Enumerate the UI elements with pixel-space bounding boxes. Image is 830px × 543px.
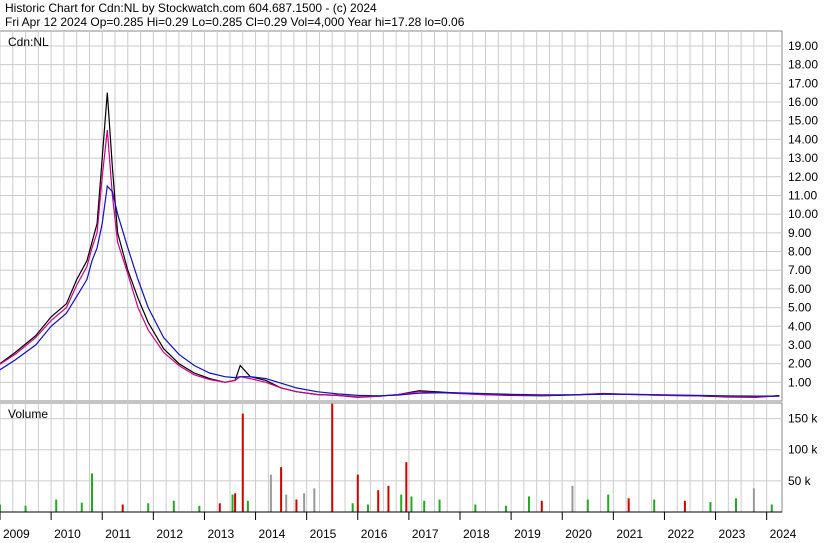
volume-bar [198,505,201,512]
volume-bar [474,504,477,512]
volume-bar [377,490,380,512]
x-tick-label: 2009 [3,527,30,541]
volume-bar [400,494,403,512]
volume-bar [241,413,244,512]
price-tick-label: 11.00 [788,188,817,202]
volume-bar [367,504,369,512]
volume-bar [540,500,543,512]
volume-bar [80,502,83,512]
price-tick-label: 2.00 [788,357,812,371]
price-tick-label: 14.00 [788,132,818,146]
price-tick-label: 10.00 [788,207,818,221]
x-tick-label: 2014 [259,527,286,541]
price-tick-label: 17.00 [788,76,818,90]
x-tick-label: 2017 [412,527,439,541]
x-tick-label: 2010 [54,527,81,541]
volume-bar [147,503,150,512]
volume-bar [234,493,237,512]
volume-bar [91,473,93,512]
price-tick-label: 6.00 [788,282,812,296]
price-tick-label: 9.00 [788,226,812,240]
volume-bar [351,503,354,512]
x-tick-label: 2023 [719,527,746,541]
volume-bar [653,499,656,512]
x-tick-label: 2020 [565,527,592,541]
volume-tick-label: 150 k [788,412,818,426]
volume-bar [571,485,574,512]
x-tick-label: 2012 [156,527,183,541]
price-panel-title: Cdn:NL [8,35,49,49]
price-tick-label: 8.00 [788,245,812,259]
x-tick-label: 2011 [105,527,131,541]
volume-tick-label: 100 k [788,443,818,457]
volume-bar [387,485,390,512]
volume-bar [331,403,334,512]
volume-bar [505,505,507,512]
price-tick-label: 16.00 [788,95,818,109]
volume-bar [683,500,686,512]
price-tick-label: 3.00 [788,338,812,352]
volume-bar [269,474,272,512]
x-tick-label: 2019 [514,527,541,541]
volume-bar [285,494,288,512]
volume-panel-title: Volume [8,407,48,421]
price-tick-label: 12.00 [788,170,818,184]
volume-bar [607,494,610,512]
price-tick-label: 18.00 [788,58,818,72]
x-tick-label: 2015 [310,527,337,541]
volume-bar [218,503,221,512]
volume-bar [752,488,755,512]
volume-bar [303,493,306,512]
volume-bar [295,499,298,512]
volume-bar [24,505,27,512]
price-tick-label: 7.00 [788,263,812,277]
volume-tick-label: 50 k [788,474,812,488]
volume-bar [172,500,175,512]
volume-bar [709,502,712,512]
volume-bar [423,500,426,512]
volume-bar [586,499,589,512]
x-tick-label: 2022 [667,527,694,541]
volume-bar [246,500,249,512]
x-tick-label: 2024 [770,527,797,541]
x-tick-label: 2021 [616,527,643,541]
volume-bar [528,496,530,512]
volume-bar [627,498,630,512]
price-tick-label: 5.00 [788,301,812,315]
volume-bar [231,494,234,512]
x-tick-label: 2018 [463,527,490,541]
x-tick-label: 2016 [361,527,388,541]
volume-bar [770,504,773,512]
price-tick-label: 13.00 [788,151,818,165]
volume-bar [0,504,1,512]
volume-bar [735,498,737,512]
volume-bar [405,462,408,512]
volume-bar [313,488,316,512]
volume-bar [438,499,441,512]
x-tick-label: 2013 [207,527,234,541]
volume-bar [121,504,124,512]
volume-bar [356,474,359,512]
price-tick-label: 19.00 [788,39,818,53]
volume-bar [55,499,58,512]
price-tick-label: 15.00 [788,114,818,128]
stock-chart: 1.00 2.00 3.00 4.00 5.00 6.00 7.00 8.00 9.00 10.0… [0,30,818,541]
volume-bar [410,496,413,512]
volume-bar [280,467,283,512]
price-tick-label: 4.00 [788,319,812,333]
price-tick-label: 1.00 [788,375,812,389]
